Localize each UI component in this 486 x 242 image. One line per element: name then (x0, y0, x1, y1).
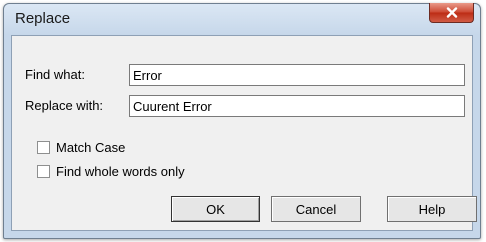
whole-words-checkbox[interactable] (37, 165, 50, 178)
cancel-button[interactable]: Cancel (271, 196, 361, 222)
close-icon (446, 7, 458, 18)
close-button[interactable] (429, 3, 474, 23)
match-case-option[interactable]: Match Case (37, 140, 197, 156)
whole-words-label: Find whole words only (56, 164, 185, 179)
dialog-body: Find what: Error Replace with: Cuurent E… (11, 35, 477, 231)
replace-dialog: Replace Find what: Error Replace with: C… (3, 3, 481, 239)
whole-words-option[interactable]: Find whole words only (37, 164, 237, 180)
ok-button[interactable]: OK (171, 196, 260, 222)
window-title: Replace (15, 10, 71, 27)
match-case-label: Match Case (56, 140, 126, 155)
match-case-checkbox[interactable] (37, 141, 50, 154)
find-what-input[interactable]: Error (129, 64, 465, 86)
help-button[interactable]: Help (387, 196, 477, 222)
replace-with-label: Replace with: (25, 98, 104, 113)
replace-with-input[interactable]: Cuurent Error (129, 95, 465, 117)
find-what-label: Find what: (25, 67, 85, 82)
title-bar[interactable]: Replace (4, 3, 480, 35)
